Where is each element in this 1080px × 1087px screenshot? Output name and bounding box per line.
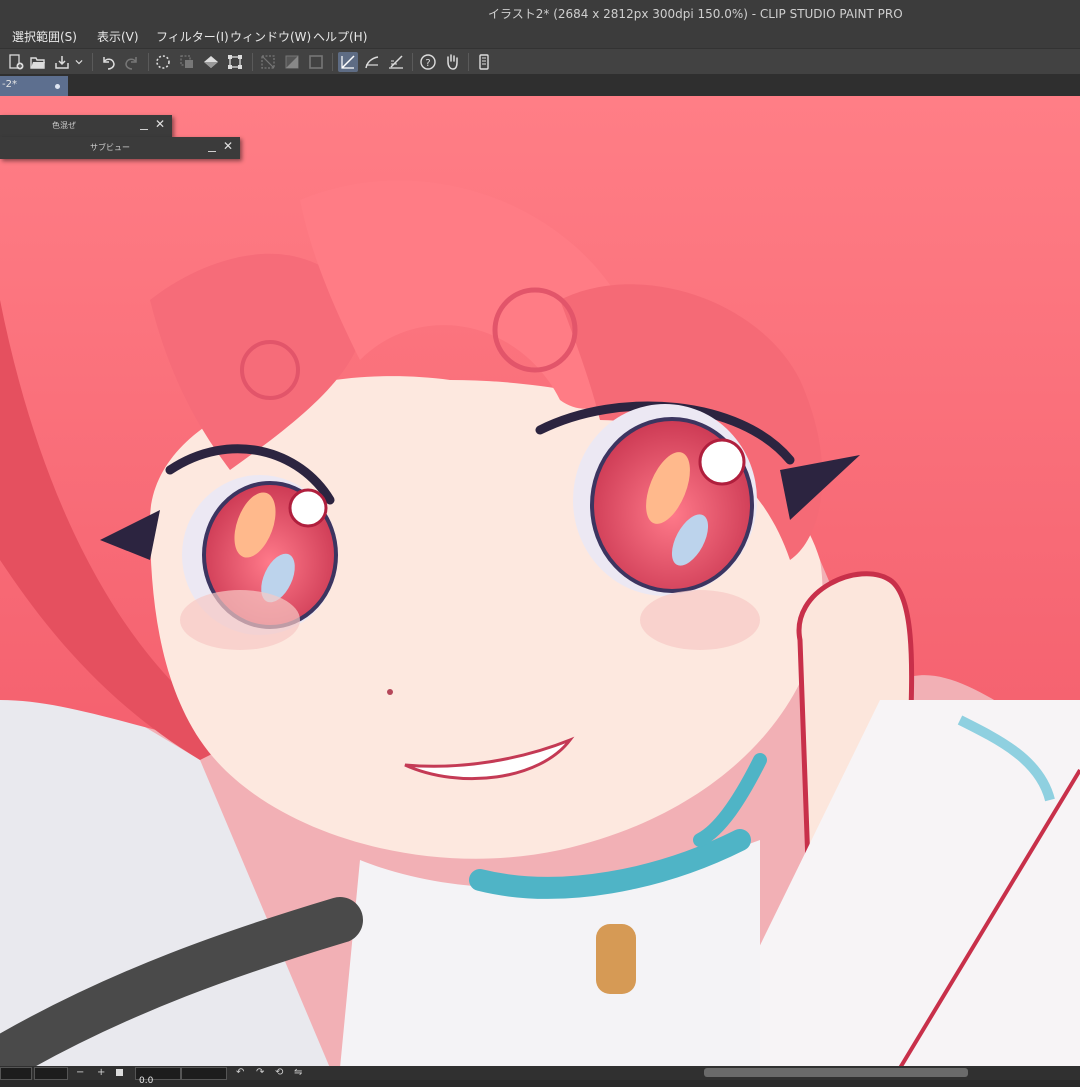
hand-icon[interactable] — [442, 52, 462, 72]
color-mixing-panel-title: 色混ぜ — [52, 121, 76, 130]
zoom-field[interactable] — [0, 1067, 32, 1080]
document-tab-label: -2* — [2, 79, 17, 90]
dropdown-arrow-icon[interactable] — [72, 52, 86, 72]
reset-rotation-icon[interactable]: ⟲ — [275, 1067, 283, 1079]
color-icon[interactable] — [282, 52, 302, 72]
menu-window[interactable]: ウィンドウ(W) — [230, 28, 311, 45]
device-icon[interactable] — [474, 52, 494, 72]
document-tab-bar: -2* — [0, 74, 1080, 96]
menu-selection[interactable]: 選択範囲(S) — [12, 28, 77, 45]
border-icon[interactable] — [306, 52, 326, 72]
flip-horizontal-icon[interactable]: ⇋ — [294, 1067, 302, 1079]
snap-to-grid-icon[interactable] — [386, 52, 406, 72]
menu-help[interactable]: ヘルプ(H) — [313, 28, 367, 45]
snap-to-special-ruler-icon[interactable] — [362, 52, 382, 72]
close-icon[interactable]: ✕ — [155, 118, 165, 130]
command-bar: ? — [0, 48, 1080, 75]
invert-selection-icon[interactable] — [177, 52, 197, 72]
svg-text:?: ? — [425, 58, 430, 69]
clear-layer-icon[interactable] — [258, 52, 278, 72]
sub-view-panel[interactable]: サブビュー ✕ — [0, 137, 240, 159]
angle-preset-field[interactable] — [181, 1067, 227, 1080]
toolbar-separator — [92, 53, 93, 71]
close-icon[interactable]: ✕ — [223, 140, 233, 152]
fit-to-screen-icon[interactable] — [116, 1069, 123, 1076]
toolbar-separator — [252, 53, 253, 71]
open-file-icon[interactable] — [28, 52, 48, 72]
transform-icon[interactable] — [225, 52, 245, 72]
angle-field[interactable]: 0.0 — [135, 1067, 181, 1086]
sub-view-panel-title: サブビュー — [90, 143, 130, 152]
menu-view[interactable]: 表示(V) — [97, 28, 139, 45]
color-mixing-panel[interactable]: 色混ぜ ✕ — [0, 115, 172, 137]
undo-icon[interactable] — [98, 52, 118, 72]
help-icon[interactable]: ? — [418, 52, 438, 72]
title-bar: イラスト2* (2684 x 2812px 300dpi 150.0%) - C… — [0, 0, 1080, 24]
illustration — [0, 96, 1080, 1068]
fill-icon[interactable] — [201, 52, 221, 72]
save-icon[interactable] — [52, 52, 72, 72]
minimize-icon[interactable] — [140, 119, 148, 130]
zoom-preset-field[interactable] — [34, 1067, 68, 1080]
document-tab[interactable]: -2* — [0, 76, 68, 96]
snap-to-ruler-icon[interactable] — [338, 52, 358, 72]
toolbar-separator — [332, 53, 333, 71]
minimize-icon[interactable] — [208, 141, 216, 152]
modified-indicator-icon — [55, 84, 60, 89]
redo-icon[interactable] — [122, 52, 142, 72]
clear-selection-icon[interactable] — [153, 52, 173, 72]
window-title: イラスト2* (2684 x 2812px 300dpi 150.0%) - C… — [488, 7, 903, 21]
toolbar-separator — [412, 53, 413, 71]
zoom-in-button[interactable]: + — [97, 1067, 105, 1079]
new-file-icon[interactable] — [6, 52, 26, 72]
rotate-left-icon[interactable]: ↶ — [236, 1067, 244, 1079]
zoom-out-button[interactable]: − — [76, 1067, 84, 1079]
menu-filter[interactable]: フィルター(I) — [156, 28, 229, 45]
angle-value: 0.0 — [139, 1076, 154, 1086]
toolbar-separator — [468, 53, 469, 71]
navigator-status-bar: − + 0.0 ↶ ↷ ⟲ ⇋ — [0, 1066, 1080, 1086]
menu-bar: 選択範囲(S) 表示(V) フィルター(I) ウィンドウ(W) ヘルプ(H) — [0, 24, 1080, 48]
toolbar-separator — [148, 53, 149, 71]
drawing-canvas[interactable]: 色混ぜ ✕ サブビュー ✕ — [0, 96, 1080, 1068]
rotate-right-icon[interactable]: ↷ — [256, 1067, 264, 1079]
horizontal-scrollbar[interactable] — [704, 1068, 968, 1077]
